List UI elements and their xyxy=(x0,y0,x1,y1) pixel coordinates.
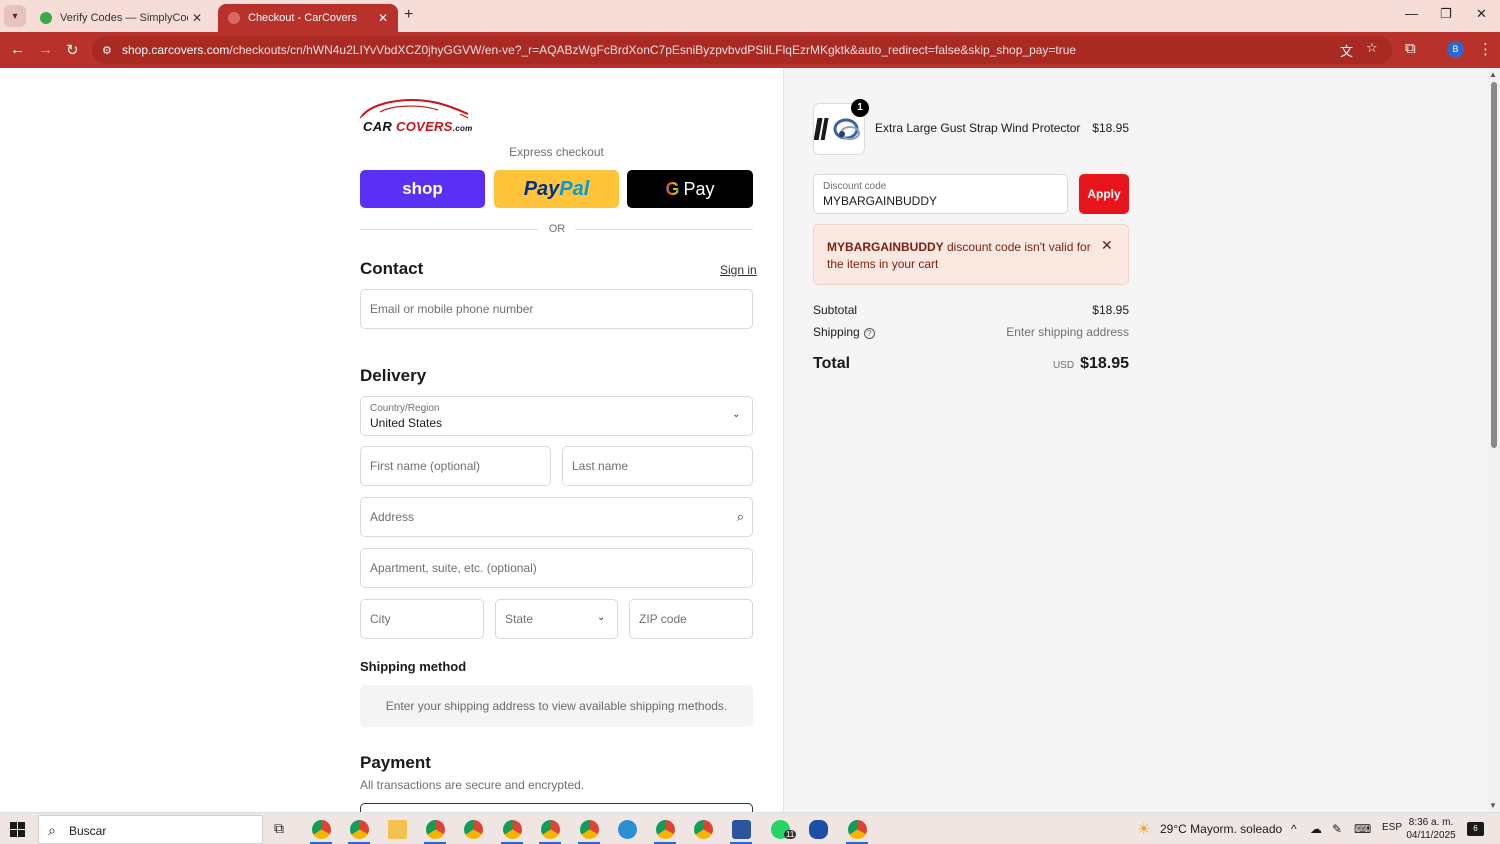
url-text: shop.carcovers.com/checkouts/cn/hWN4u2LI… xyxy=(122,43,1077,57)
checkout-page: CAR COVERS.com Express checkout shop Pay… xyxy=(0,68,1488,812)
chrome-icon[interactable] xyxy=(312,820,331,839)
file-explorer-icon[interactable] xyxy=(388,820,407,839)
payment-subtitle: All transactions are secure and encrypte… xyxy=(360,778,585,792)
apartment-field[interactable]: Apartment, suite, etc. (optional) xyxy=(360,548,753,588)
divider xyxy=(360,229,538,230)
browser-tabbar: ▾ Verify Codes — SimplyCodes ✕ Checkout … xyxy=(0,0,1500,32)
chevron-down-icon: ⌄ xyxy=(597,612,606,623)
payment-heading: Payment xyxy=(360,753,431,772)
or-separator: OR xyxy=(548,223,566,235)
pen-icon[interactable]: ✎ xyxy=(1332,822,1342,836)
browser-menu-icon[interactable]: ⋮ xyxy=(1478,40,1493,58)
tab-carcovers-checkout[interactable]: Checkout - CarCovers ✕ xyxy=(218,4,398,32)
shipping-method-message: Enter your shipping address to view avai… xyxy=(360,685,753,727)
chrome-icon[interactable] xyxy=(694,820,713,839)
chrome-icon[interactable] xyxy=(656,820,675,839)
carcovers-favicon-icon xyxy=(228,12,240,24)
google-g-icon: G xyxy=(665,178,680,199)
profile-avatar[interactable]: B xyxy=(1447,41,1464,58)
task-view-icon[interactable]: ⧉ xyxy=(274,820,284,837)
google-pay-button[interactable]: G Pay xyxy=(627,170,753,208)
chrome-icon[interactable] xyxy=(426,820,445,839)
chrome-icon[interactable] xyxy=(503,820,522,839)
chevron-down-icon: ⌄ xyxy=(732,409,741,420)
search-icon: ⌕ xyxy=(736,509,744,524)
divider xyxy=(575,229,753,230)
close-icon[interactable]: ✕ xyxy=(1101,237,1113,254)
quantity-badge: 1 xyxy=(851,99,869,117)
scroll-up-icon[interactable]: ▲ xyxy=(1489,70,1497,79)
zip-field[interactable]: ZIP code xyxy=(629,599,753,639)
delivery-heading: Delivery xyxy=(360,366,427,385)
windows-start-icon[interactable] xyxy=(10,822,25,837)
new-tab-icon[interactable]: + xyxy=(404,6,413,24)
weather-text[interactable]: 29°C Mayorm. soleado xyxy=(1160,822,1282,836)
minimize-icon[interactable]: — xyxy=(1405,6,1418,21)
chrome-icon[interactable] xyxy=(464,820,483,839)
site-info-icon[interactable]: ⚙ xyxy=(102,44,122,57)
system-clock[interactable]: 8:36 a. m. 04/11/2025 xyxy=(1405,816,1457,842)
whatsapp-badge: 11 xyxy=(784,830,797,839)
apply-discount-button[interactable]: Apply xyxy=(1079,174,1129,214)
discount-code-field[interactable]: Discount code MYBARGAINBUDDY xyxy=(813,174,1068,214)
back-icon[interactable]: ← xyxy=(10,41,25,58)
logo-wordmark: CAR COVERS.com xyxy=(363,119,473,134)
keyboard-icon[interactable]: ⌨ xyxy=(1354,822,1371,836)
email-field[interactable]: Email or mobile phone number xyxy=(360,289,753,329)
contact-heading: Contact xyxy=(360,259,424,278)
app-icon[interactable] xyxy=(809,820,828,839)
windows-taskbar: ⌕ Buscar ⧉ 11 ☀ 29°C Mayorm. soleado ^ ☁… xyxy=(0,812,1500,844)
onedrive-icon[interactable]: ☁ xyxy=(1310,822,1322,836)
product-price: $18.95 xyxy=(1092,121,1129,135)
tab-close-icon[interactable]: ✕ xyxy=(378,11,388,25)
word-icon[interactable] xyxy=(732,820,751,839)
omnibox[interactable]: ⚙ shop.carcovers.com/checkouts/cn/hWN4u2… xyxy=(92,36,1392,64)
simplycodes-favicon-icon xyxy=(40,12,52,24)
last-name-field[interactable]: Last name xyxy=(562,446,753,486)
notifications-icon[interactable]: 6 xyxy=(1467,822,1484,836)
sign-in-link[interactable]: Sign in xyxy=(720,263,757,277)
tab-label: Verify Codes — SimplyCodes xyxy=(60,12,188,24)
canva-icon[interactable] xyxy=(618,820,637,839)
chevron-up-icon[interactable]: ^ xyxy=(1291,822,1297,836)
extensions-icon[interactable]: ⧉ xyxy=(1405,40,1416,57)
tab-search-menu-icon[interactable]: ▾ xyxy=(4,5,26,27)
discount-error-alert: MYBARGAINBUDDY discount code isn't valid… xyxy=(813,224,1129,285)
scroll-down-icon[interactable]: ▼ xyxy=(1489,801,1497,810)
close-window-icon[interactable]: ✕ xyxy=(1476,6,1487,22)
taskbar-search[interactable]: ⌕ Buscar xyxy=(38,815,263,844)
help-icon[interactable]: ? xyxy=(863,328,875,339)
paypal-button[interactable]: Pay Pal xyxy=(494,170,619,208)
restore-icon[interactable]: ❐ xyxy=(1440,6,1452,22)
search-icon: ⌕ xyxy=(48,822,56,838)
chrome-icon[interactable] xyxy=(580,820,599,839)
address-field[interactable]: Address ⌕ xyxy=(360,497,753,537)
reload-icon[interactable]: ↻ xyxy=(66,41,79,59)
translate-icon[interactable]: 文 xyxy=(1340,41,1353,60)
chrome-icon[interactable] xyxy=(848,820,867,839)
first-name-field[interactable]: First name (optional) xyxy=(360,446,551,486)
language-indicator[interactable]: ESP xyxy=(1382,822,1402,833)
tab-simplycodes[interactable]: Verify Codes — SimplyCodes ✕ xyxy=(30,4,212,32)
tab-close-icon[interactable]: ✕ xyxy=(192,11,202,25)
state-select[interactable]: State ⌄ xyxy=(495,599,618,639)
city-field[interactable]: City xyxy=(360,599,484,639)
browser-toolbar: ← → ↻ ⚙ shop.carcovers.com/checkouts/cn/… xyxy=(0,32,1500,68)
express-checkout-title: Express checkout xyxy=(509,145,604,159)
tab-label: Checkout - CarCovers xyxy=(248,12,357,24)
scrollbar-thumb[interactable] xyxy=(1491,82,1497,448)
shipping-method-heading: Shipping method xyxy=(360,659,467,674)
shop-pay-button[interactable]: shop xyxy=(360,170,485,208)
bookmark-star-icon[interactable]: ☆ xyxy=(1366,40,1378,56)
product-name: Extra Large Gust Strap Wind Protector xyxy=(875,121,1081,135)
chrome-icon[interactable] xyxy=(541,820,560,839)
weather-sun-icon[interactable]: ☀ xyxy=(1137,820,1150,838)
country-select[interactable]: Country/Region United States ⌄ xyxy=(360,396,753,436)
chrome-icon[interactable] xyxy=(350,820,369,839)
payment-method-box[interactable] xyxy=(360,803,753,812)
alert-message: MYBARGAINBUDDY discount code isn't valid… xyxy=(827,240,1091,271)
forward-icon[interactable]: → xyxy=(38,41,53,58)
